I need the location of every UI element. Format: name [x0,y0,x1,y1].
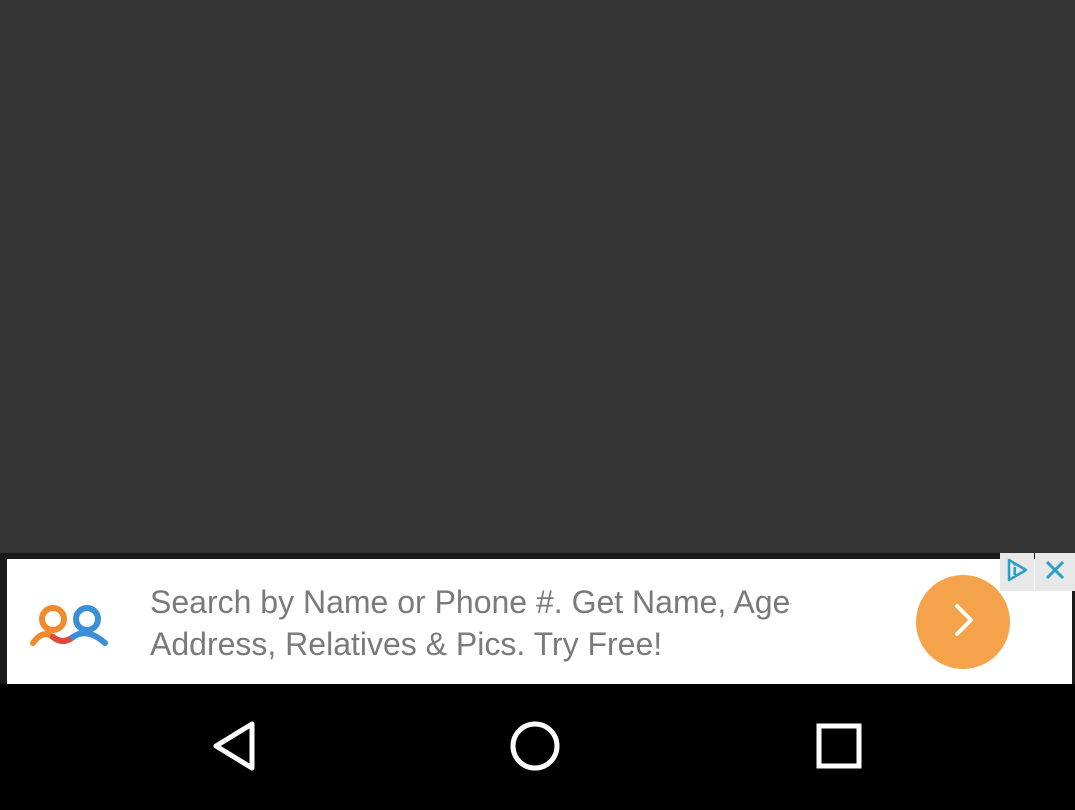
ad-headline[interactable]: Search by Name or Phone #. Get Name, Age… [150,581,900,665]
adchoices-button[interactable] [1000,553,1034,591]
back-button[interactable] [203,718,263,778]
home-button[interactable] [505,718,565,778]
adchoices-icon [1004,557,1030,588]
ad-banner[interactable]: Search by Name or Phone #. Get Name, Age… [0,553,1075,684]
recents-square-icon [816,723,862,774]
system-navigation-bar [0,684,1075,810]
people-search-logo [27,601,111,649]
ad-close-button[interactable] [1035,553,1075,591]
back-triangle-icon [208,720,258,777]
ad-content[interactable]: Search by Name or Phone #. Get Name, Age… [7,559,1072,684]
ad-cta-button[interactable] [916,575,1010,669]
app-content-area [0,0,1075,553]
recents-button[interactable] [809,718,869,778]
close-icon [1043,558,1067,587]
home-circle-icon [509,720,561,777]
chevron-right-icon [943,600,983,645]
